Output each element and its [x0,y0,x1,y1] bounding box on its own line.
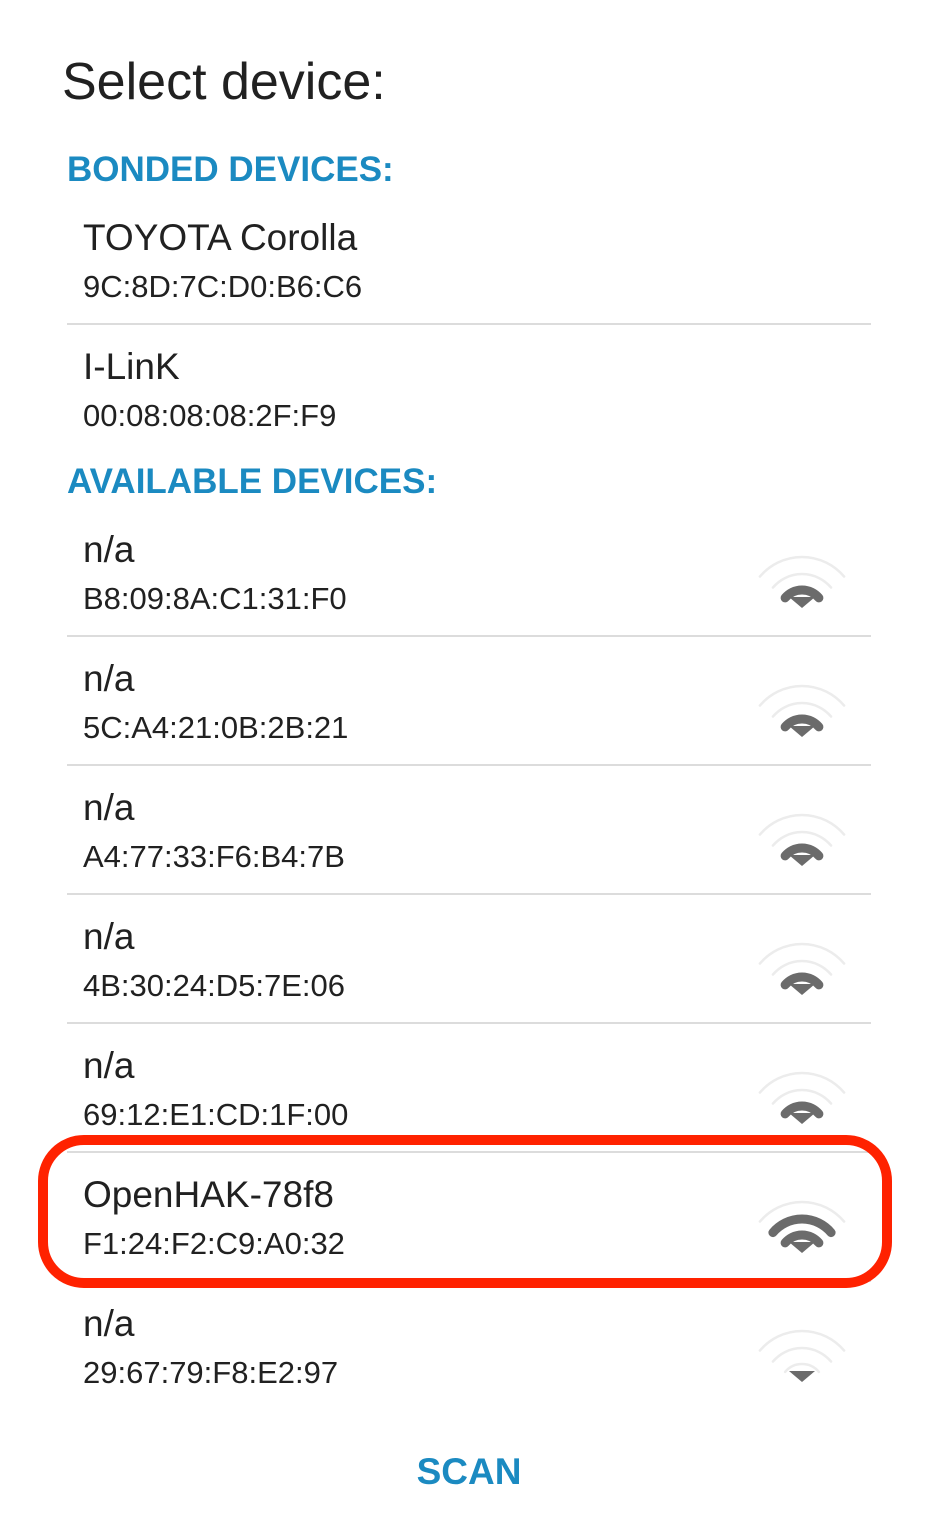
signal-arc [780,585,824,603]
scan-button[interactable]: SCAN [0,1448,938,1496]
available-device-row[interactable]: n/a 5C:A4:21:0B:2B:21 [67,637,871,766]
signal-dot [789,726,815,737]
available-device-row[interactable]: n/a A4:77:33:F6:B4:7B [67,766,871,895]
device-address: 69:12:E1:CD:1F:00 [83,1097,349,1132]
available-devices-header: AVAILABLE DEVICES: [67,462,438,501]
device-address: 00:08:08:08:2F:F9 [83,398,337,433]
highlight-annotation [38,1135,892,1288]
available-device-row[interactable]: n/a 4B:30:24:D5:7E:06 [67,895,871,1024]
dialog-title: Select device: [62,53,386,111]
signal-dot [789,1113,815,1124]
device-name: n/a [83,658,135,699]
bonded-device-row[interactable]: I-LinK 00:08:08:08:2F:F9 [67,325,871,454]
signal-arc [780,843,824,861]
signal-dot [789,597,815,608]
device-name: n/a [83,529,135,570]
wifi-signal-icon [758,813,846,866]
signal-dot [789,1371,815,1382]
device-name: n/a [83,1045,135,1086]
wifi-signal-icon [758,684,846,737]
available-device-row[interactable]: n/a B8:09:8A:C1:31:F0 [67,508,871,637]
wifi-signal-icon [758,1329,846,1382]
device-name: n/a [83,916,135,957]
available-device-row[interactable]: n/a 29:67:79:F8:E2:97 [67,1282,871,1411]
device-address: 4B:30:24:D5:7E:06 [83,968,345,1003]
available-device-row[interactable]: n/a 69:12:E1:CD:1F:00 [67,1024,871,1153]
device-address: B8:09:8A:C1:31:F0 [83,581,347,616]
wifi-signal-icon [758,1071,846,1124]
signal-arc [780,714,824,732]
signal-arc [780,972,824,990]
signal-dot [789,984,815,995]
device-name: TOYOTA Corolla [83,217,358,258]
bonded-device-row[interactable]: TOYOTA Corolla 9C:8D:7C:D0:B6:C6 [67,196,871,325]
signal-arc [771,1346,833,1363]
wifi-signal-icon [758,555,846,608]
device-address: 9C:8D:7C:D0:B6:C6 [83,269,363,304]
bonded-devices-header: BONDED DEVICES: [67,150,394,189]
signal-arc [783,1362,821,1374]
wifi-signal-icon [758,942,846,995]
device-address: 29:67:79:F8:E2:97 [83,1355,339,1390]
signal-arc [780,1101,824,1119]
device-address: 5C:A4:21:0B:2B:21 [83,710,349,745]
device-name: n/a [83,787,135,828]
device-address: A4:77:33:F6:B4:7B [83,839,345,874]
device-name: n/a [83,1303,135,1344]
device-name: I-LinK [83,346,180,387]
signal-dot [789,855,815,866]
